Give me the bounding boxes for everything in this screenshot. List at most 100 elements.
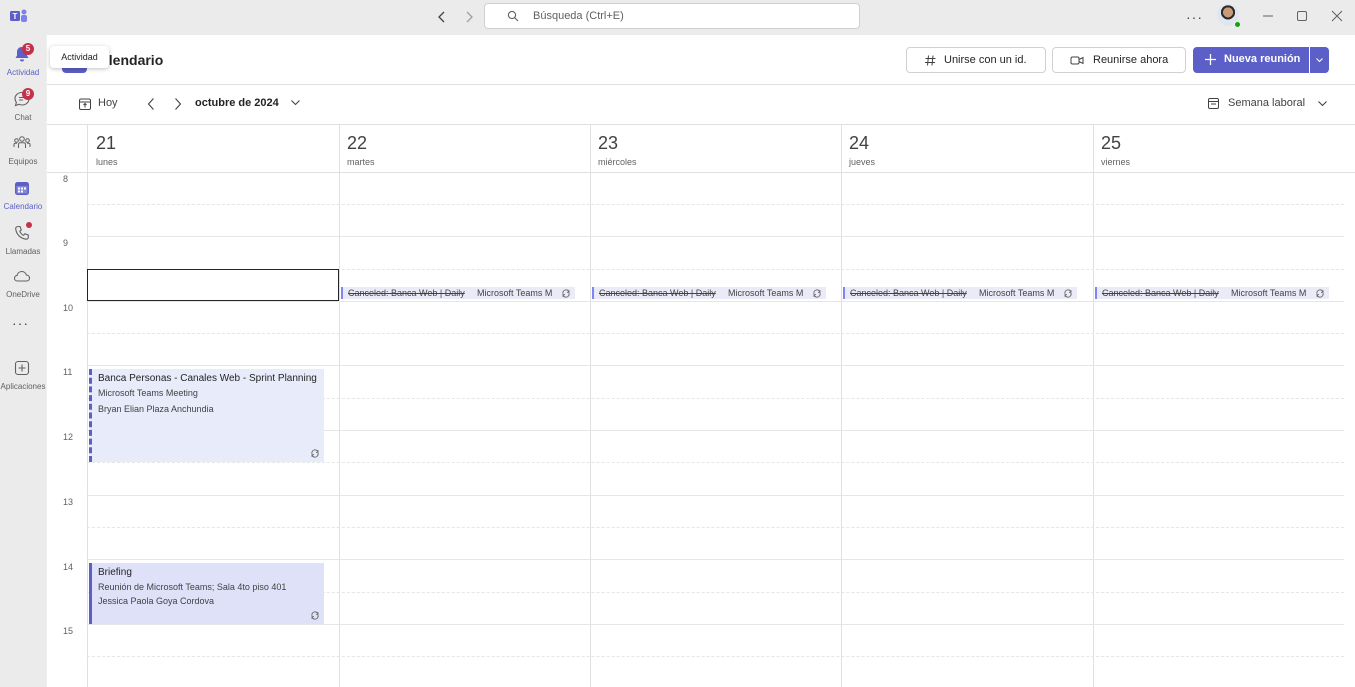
canceled-event[interactable]: Canceled: Banca Web | Daily Microsoft Te… <box>341 287 575 299</box>
canceled-event[interactable]: Canceled: Banca Web | Daily Microsoft Te… <box>1095 287 1329 299</box>
calls-notification-dot <box>26 222 32 228</box>
forward-arrow-icon[interactable] <box>459 7 479 27</box>
event-organizer: Bryan Elian Plaza Anchundia <box>98 404 214 414</box>
hour-label: 12 <box>63 432 74 442</box>
event-location: Microsoft Teams M <box>728 288 804 298</box>
day-number: 21 <box>96 133 117 153</box>
hour-label: 11 <box>63 367 73 377</box>
day-header[interactable]: 22 martes <box>339 125 590 172</box>
event-sprint-planning[interactable]: Banca Personas - Canales Web - Sprint Pl… <box>89 369 324 462</box>
rail-item-label: Aplicaciones <box>0 382 46 391</box>
half-hour-line <box>87 204 1344 205</box>
day-header[interactable]: 23 miércoles <box>590 125 841 172</box>
hour-line <box>87 236 1344 237</box>
day-name: martes <box>347 157 375 167</box>
calendar-today-icon <box>79 98 91 110</box>
rail-item-llamadas[interactable]: Llamadas <box>0 218 46 262</box>
day-name: miércoles <box>598 157 637 167</box>
join-with-id-label: Unirse con un id. <box>944 54 1027 66</box>
day-header[interactable]: 24 jueves <box>841 125 1092 172</box>
recurring-icon <box>1316 289 1324 298</box>
day-name: viernes <box>1101 157 1131 167</box>
rail-item-label: Calendario <box>3 202 43 211</box>
canceled-event[interactable]: Canceled: Banca Web | Daily Microsoft Te… <box>843 287 1077 299</box>
hour-line <box>87 365 1344 366</box>
event-location: Reunión de Microsoft Teams; Sala 4to pis… <box>98 582 287 592</box>
day-number: 25 <box>1101 133 1122 153</box>
rail-item-label: OneDrive <box>6 290 40 299</box>
close-icon[interactable] <box>1330 9 1344 23</box>
add-apps-icon <box>14 360 30 376</box>
day-column-divider <box>339 125 340 687</box>
search-icon <box>507 10 519 22</box>
event-title: Banca Personas - Canales Web - Sprint Pl… <box>98 373 317 384</box>
month-picker[interactable]: octubre de 2024 <box>195 97 279 109</box>
meet-now-button[interactable]: Reunirse ahora <box>1052 47 1186 73</box>
hour-label: 8 <box>63 174 69 184</box>
rail-item-label: Actividad <box>6 68 40 77</box>
canceled-event[interactable]: Canceled: Banca Web | Daily Microsoft Te… <box>592 287 826 299</box>
maximize-icon[interactable] <box>1295 9 1309 23</box>
hour-line <box>87 624 1344 625</box>
calendar-panel: alendario Unirse con un id. Reunirse aho… <box>47 35 1355 687</box>
view-selector[interactable]: Semana laboral <box>1207 96 1327 112</box>
chat-count-badge: 9 <box>22 88 34 100</box>
day-column-divider <box>590 125 591 687</box>
meet-now-label: Reunirse ahora <box>1093 54 1169 66</box>
hour-label: 14 <box>63 562 74 572</box>
user-avatar[interactable] <box>1217 4 1242 29</box>
day-header[interactable]: 25 viernes <box>1093 125 1344 172</box>
cloud-icon <box>13 270 31 282</box>
half-hour-line <box>87 333 1344 334</box>
recurring-icon <box>311 449 319 458</box>
calendar-grid[interactable]: 8 9 10 11 12 13 14 15 Canceled: Banca We… <box>47 125 1355 687</box>
hour-line <box>87 301 1344 302</box>
event-location: Microsoft Teams M <box>979 288 1055 298</box>
more-options-icon[interactable]: ··· <box>1186 9 1203 25</box>
new-meeting-options-button[interactable] <box>1310 47 1329 73</box>
selected-time-slot[interactable] <box>87 269 339 301</box>
rail-item-aplicaciones[interactable]: Aplicaciones <box>0 353 46 397</box>
new-meeting-button[interactable]: Nueva reunión <box>1193 47 1309 73</box>
half-hour-line <box>87 462 1344 463</box>
hour-line <box>87 495 1344 496</box>
day-header[interactable]: 21 lunes <box>88 125 339 172</box>
event-briefing[interactable]: Briefing Reunión de Microsoft Teams; Sal… <box>89 563 324 624</box>
recurring-icon <box>1064 289 1072 298</box>
rail-item-label: Chat <box>14 113 32 122</box>
rail-item-equipos[interactable]: Equipos <box>0 128 46 172</box>
event-location: Microsoft Teams Meeting <box>98 388 198 398</box>
rail-item-calendario[interactable]: Calendario <box>0 173 46 217</box>
half-hour-line <box>87 656 1344 657</box>
back-arrow-icon[interactable] <box>432 7 452 27</box>
minimize-icon[interactable] <box>1261 9 1275 23</box>
chevron-right-icon[interactable] <box>171 96 185 112</box>
search-input[interactable] <box>533 8 833 24</box>
more-apps-icon[interactable]: ··· <box>12 315 29 331</box>
chevron-left-icon[interactable] <box>144 96 158 112</box>
event-location: Microsoft Teams M <box>477 288 553 298</box>
day-column-divider <box>87 125 88 687</box>
rail-item-actividad[interactable]: 5 Actividad <box>0 39 46 83</box>
rail-item-onedrive[interactable]: OneDrive <box>0 261 46 305</box>
divider <box>47 84 1355 85</box>
join-with-id-button[interactable]: Unirse con un id. <box>906 47 1046 73</box>
day-number: 24 <box>849 133 870 153</box>
rail-item-chat[interactable]: 9 Chat <box>0 84 46 128</box>
day-number: 23 <box>598 133 619 153</box>
search-box[interactable] <box>484 3 860 29</box>
calendar-icon <box>15 182 29 195</box>
svg-text:T: T <box>13 12 18 21</box>
activity-count-badge: 5 <box>22 43 34 55</box>
day-number: 22 <box>347 133 368 153</box>
chevron-down-icon[interactable] <box>290 99 301 107</box>
teams-icon <box>13 136 31 148</box>
teams-logo-icon[interactable]: T <box>10 8 28 24</box>
recurring-icon <box>813 289 821 298</box>
event-title: Canceled: Banca Web | Daily <box>850 288 967 298</box>
calendar-view-icon <box>1208 98 1219 109</box>
plus-icon <box>1205 54 1216 65</box>
event-title: Canceled: Banca Web | Daily <box>348 288 465 298</box>
rail-item-label: Llamadas <box>5 247 41 256</box>
event-organizer: Jessica Paola Goya Cordova <box>98 596 215 606</box>
